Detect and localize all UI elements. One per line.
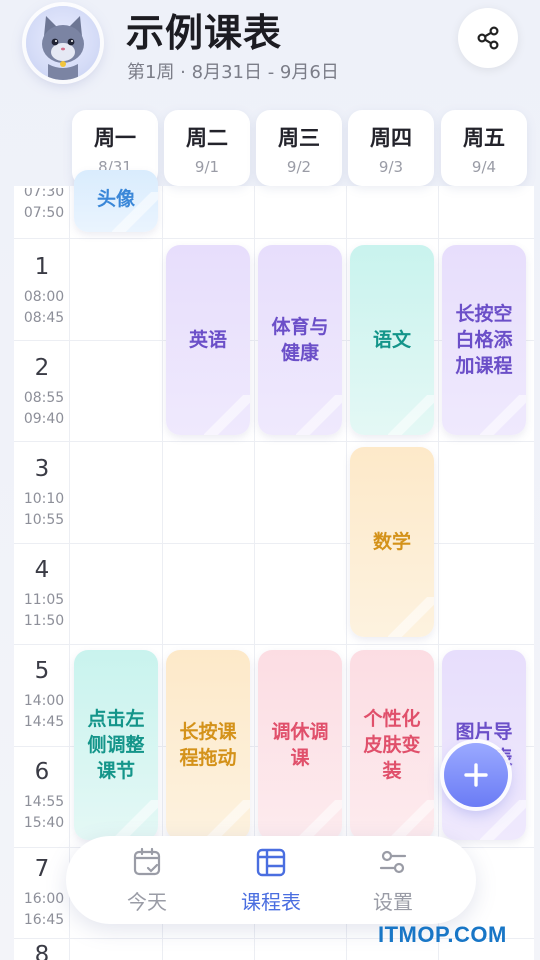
slot-end: 14:45 (23, 714, 65, 730)
course-card-swap-hint[interactable]: 调休调课 (258, 650, 342, 840)
course-name: 长按空白格添加课程 (455, 303, 513, 377)
day-header-fri: 周五 9/4 (441, 110, 527, 186)
slot-time[interactable]: 14:00 14:45 (14, 691, 74, 733)
day-date: 9/3 (378, 158, 404, 176)
slot-time[interactable]: 08:00 08:45 (14, 287, 74, 329)
slot-time[interactable]: 16:00 16:45 (14, 889, 74, 931)
slot-number[interactable]: 5 (14, 658, 70, 684)
course-name: 调休调课 (271, 721, 329, 769)
slot-start: 14:00 (23, 693, 65, 709)
grid-divider (14, 644, 534, 645)
day-date: 9/2 (286, 158, 312, 176)
tab-label: 设置 (373, 890, 413, 914)
page-title: 示例课表 (126, 11, 283, 55)
course-name: 个性化皮肤变装 (363, 708, 421, 782)
grid-divider (14, 441, 534, 442)
course-card-math[interactable]: 数学 (350, 447, 434, 637)
slot-number[interactable]: 7 (14, 856, 70, 882)
day-name: 周三 (278, 126, 320, 150)
grid-divider (14, 543, 534, 544)
slot-end: 15:40 (23, 815, 65, 831)
slot-start: 14:55 (23, 794, 65, 810)
day-name: 周四 (370, 126, 412, 150)
slot-end: 08:45 (23, 310, 65, 326)
avatar[interactable] (26, 6, 100, 80)
course-name: 体育与健康 (271, 316, 329, 364)
slot-start: 10:10 (23, 491, 65, 507)
slot-number[interactable]: 2 (14, 355, 70, 381)
slot-end: 07:50 (23, 205, 65, 221)
day-name: 周一 (94, 126, 136, 150)
tab-today[interactable]: 今天 (92, 846, 202, 916)
course-card-skin-hint[interactable]: 个性化皮肤变装 (350, 650, 434, 840)
slot-start: 08:55 (23, 390, 65, 406)
tab-label: 今天 (127, 890, 167, 914)
share-icon (477, 26, 499, 50)
slot-number[interactable]: 4 (14, 557, 70, 583)
course-card-pe[interactable]: 体育与健康 (258, 245, 342, 435)
slot-time[interactable]: 08:55 09:40 (14, 388, 74, 430)
week-range[interactable]: 第1周 · 8月31日 - 9月6日 (127, 58, 339, 84)
day-header-wed: 周三 9/2 (256, 110, 342, 186)
day-date: 9/1 (194, 158, 220, 176)
course-card-add-hint[interactable]: 长按空白格添加课程 (442, 245, 526, 435)
course-name: 头像 (96, 188, 135, 210)
add-course-button[interactable] (444, 743, 508, 807)
course-card-avatar[interactable]: 头像 (74, 170, 158, 232)
slot-end: 16:45 (23, 912, 65, 928)
day-name: 周二 (186, 126, 228, 150)
day-name: 周五 (463, 126, 505, 150)
course-name: 英语 (188, 329, 227, 351)
table-icon (256, 848, 286, 877)
day-header-thu: 周四 9/3 (348, 110, 434, 186)
course-name: 数学 (372, 531, 411, 553)
grid-divider (14, 238, 534, 239)
slot-time[interactable]: 14:55 15:40 (14, 792, 74, 834)
tab-schedule[interactable]: 课程表 (216, 846, 326, 916)
cat-avatar-icon (42, 16, 84, 80)
slot-time[interactable]: 10:10 10:55 (14, 489, 74, 531)
share-button[interactable] (458, 8, 518, 68)
sliders-icon (379, 850, 407, 874)
course-name: 语文 (372, 329, 411, 351)
header: 示例课表 第1周 · 8月31日 - 9月6日 (0, 0, 540, 110)
tab-settings[interactable]: 设置 (338, 846, 448, 916)
course-card-drag-hint[interactable]: 长按课程拖动 (166, 650, 250, 840)
slot-time-partial[interactable]: 07:30 07:50 (14, 188, 74, 232)
slot-start: 11:05 (23, 592, 65, 608)
slot-end: 09:40 (23, 411, 65, 427)
calendar-check-icon (133, 847, 161, 876)
slot-number[interactable]: 3 (14, 456, 70, 482)
course-card-chinese[interactable]: 语文 (350, 245, 434, 435)
course-name: 点击左侧调整课节 (87, 708, 145, 782)
slot-number[interactable]: 6 (14, 759, 70, 785)
slot-end: 10:55 (23, 512, 65, 528)
slot-number[interactable]: 8 (14, 942, 70, 960)
tab-label: 课程表 (241, 890, 301, 914)
plus-icon (464, 763, 488, 787)
slot-start: 08:00 (23, 289, 65, 305)
day-date: 9/4 (471, 158, 497, 176)
slot-time[interactable]: 11:05 11:50 (14, 590, 74, 632)
day-header-tue: 周二 9/1 (164, 110, 250, 186)
slot-start: 16:00 (23, 891, 65, 907)
course-name: 长按课程拖动 (179, 721, 237, 769)
course-card-adjust-hint[interactable]: 点击左侧调整课节 (74, 650, 158, 840)
slot-number[interactable]: 1 (14, 254, 70, 280)
bottom-tab-bar: 今天 课程表 设置 (66, 836, 476, 924)
watermark: ITMOP.COM (378, 922, 507, 947)
slot-end: 11:50 (23, 613, 65, 629)
course-card-english[interactable]: 英语 (166, 245, 250, 435)
slot-start: 07:30 (23, 188, 65, 200)
